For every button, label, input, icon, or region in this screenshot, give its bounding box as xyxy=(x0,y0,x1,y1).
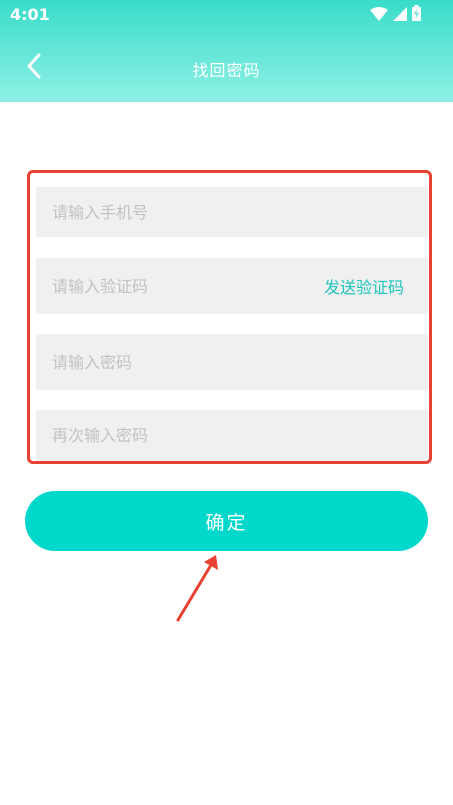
status-time: 4:01 xyxy=(10,5,50,24)
header: 4:01 找回密码 xyxy=(0,0,453,102)
phone-field[interactable] xyxy=(36,187,428,237)
annotation-arrow-icon xyxy=(176,555,218,622)
status-icons xyxy=(370,5,421,25)
confirm-button[interactable]: 确定 xyxy=(25,491,428,551)
form-container: 发送验证码 xyxy=(27,170,432,464)
signal-icon xyxy=(393,6,407,25)
page-title: 找回密码 xyxy=(192,61,261,80)
battery-charging-icon xyxy=(412,5,421,25)
confirm-password-input[interactable] xyxy=(36,426,428,445)
confirm-password-field[interactable] xyxy=(36,410,428,461)
navbar: 找回密码 xyxy=(0,30,453,102)
code-field[interactable]: 发送验证码 xyxy=(36,258,428,314)
phone-input[interactable] xyxy=(36,202,428,222)
wifi-icon xyxy=(370,6,388,25)
password-input[interactable] xyxy=(36,352,428,372)
send-code-button[interactable]: 发送验证码 xyxy=(324,274,404,298)
status-bar: 4:01 xyxy=(0,0,453,30)
password-field[interactable] xyxy=(36,334,428,390)
